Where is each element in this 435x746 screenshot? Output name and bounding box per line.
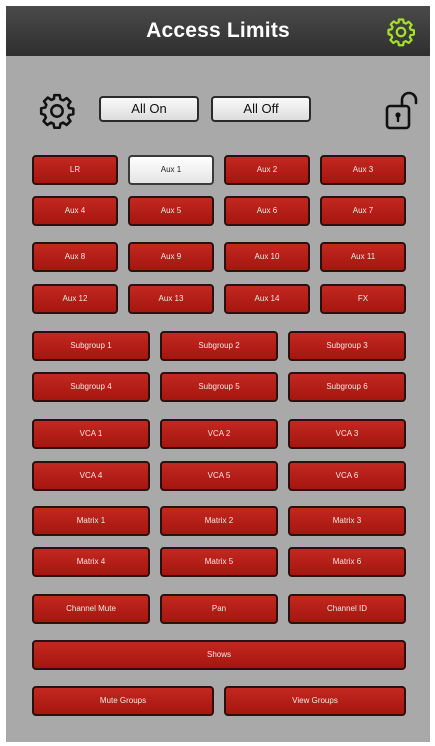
aux-2-button[interactable]: Aux 2 — [224, 155, 310, 185]
matrix-2-button[interactable]: Matrix 2 — [160, 506, 278, 536]
shows-button[interactable]: Shows — [32, 640, 406, 670]
matrix-4-button[interactable]: Matrix 4 — [32, 547, 150, 577]
aux-12-button[interactable]: Aux 12 — [32, 284, 118, 314]
settings-gear-icon[interactable] — [38, 92, 76, 130]
subgroup-1-button[interactable]: Subgroup 1 — [32, 331, 150, 361]
vca-3-button[interactable]: VCA 3 — [288, 419, 406, 449]
aux-5-button[interactable]: Aux 5 — [128, 196, 214, 226]
view-groups-button[interactable]: View Groups — [224, 686, 406, 716]
subgroup-5-button[interactable]: Subgroup 5 — [160, 372, 278, 402]
lr-button[interactable]: LR — [32, 155, 118, 185]
header-bar: Access Limits — [6, 6, 430, 56]
vca-1-button[interactable]: VCA 1 — [32, 419, 150, 449]
channel-id-button[interactable]: Channel ID — [288, 594, 406, 624]
fx-button[interactable]: FX — [320, 284, 406, 314]
pan-button[interactable]: Pan — [160, 594, 278, 624]
aux-7-button[interactable]: Aux 7 — [320, 196, 406, 226]
page-title: Access Limits — [146, 19, 290, 42]
matrix-1-button[interactable]: Matrix 1 — [32, 506, 150, 536]
all-off-button[interactable]: All Off — [211, 96, 311, 122]
matrix-5-button[interactable]: Matrix 5 — [160, 547, 278, 577]
subgroup-3-button[interactable]: Subgroup 3 — [288, 331, 406, 361]
aux-9-button[interactable]: Aux 9 — [128, 242, 214, 272]
aux-4-button[interactable]: Aux 4 — [32, 196, 118, 226]
matrix-3-button[interactable]: Matrix 3 — [288, 506, 406, 536]
all-on-button[interactable]: All On — [99, 96, 199, 122]
channel-mute-button[interactable]: Channel Mute — [32, 594, 150, 624]
aux-6-button[interactable]: Aux 6 — [224, 196, 310, 226]
aux-10-button[interactable]: Aux 10 — [224, 242, 310, 272]
vca-4-button[interactable]: VCA 4 — [32, 461, 150, 491]
subgroup-4-button[interactable]: Subgroup 4 — [32, 372, 150, 402]
aux-8-button[interactable]: Aux 8 — [32, 242, 118, 272]
gear-icon[interactable] — [386, 17, 416, 47]
mute-groups-button[interactable]: Mute Groups — [32, 686, 214, 716]
aux-14-button[interactable]: Aux 14 — [224, 284, 310, 314]
vca-2-button[interactable]: VCA 2 — [160, 419, 278, 449]
subgroup-6-button[interactable]: Subgroup 6 — [288, 372, 406, 402]
vca-5-button[interactable]: VCA 5 — [160, 461, 278, 491]
subgroup-2-button[interactable]: Subgroup 2 — [160, 331, 278, 361]
vca-6-button[interactable]: VCA 6 — [288, 461, 406, 491]
aux-13-button[interactable]: Aux 13 — [128, 284, 214, 314]
unlocked-padlock-icon[interactable] — [384, 90, 418, 132]
aux-1-button[interactable]: Aux 1 — [128, 155, 214, 185]
matrix-6-button[interactable]: Matrix 6 — [288, 547, 406, 577]
access-limits-panel: Access Limits All On All Off LR Aux 1 Aux … — [6, 6, 430, 742]
aux-11-button[interactable]: Aux 11 — [320, 242, 406, 272]
aux-3-button[interactable]: Aux 3 — [320, 155, 406, 185]
